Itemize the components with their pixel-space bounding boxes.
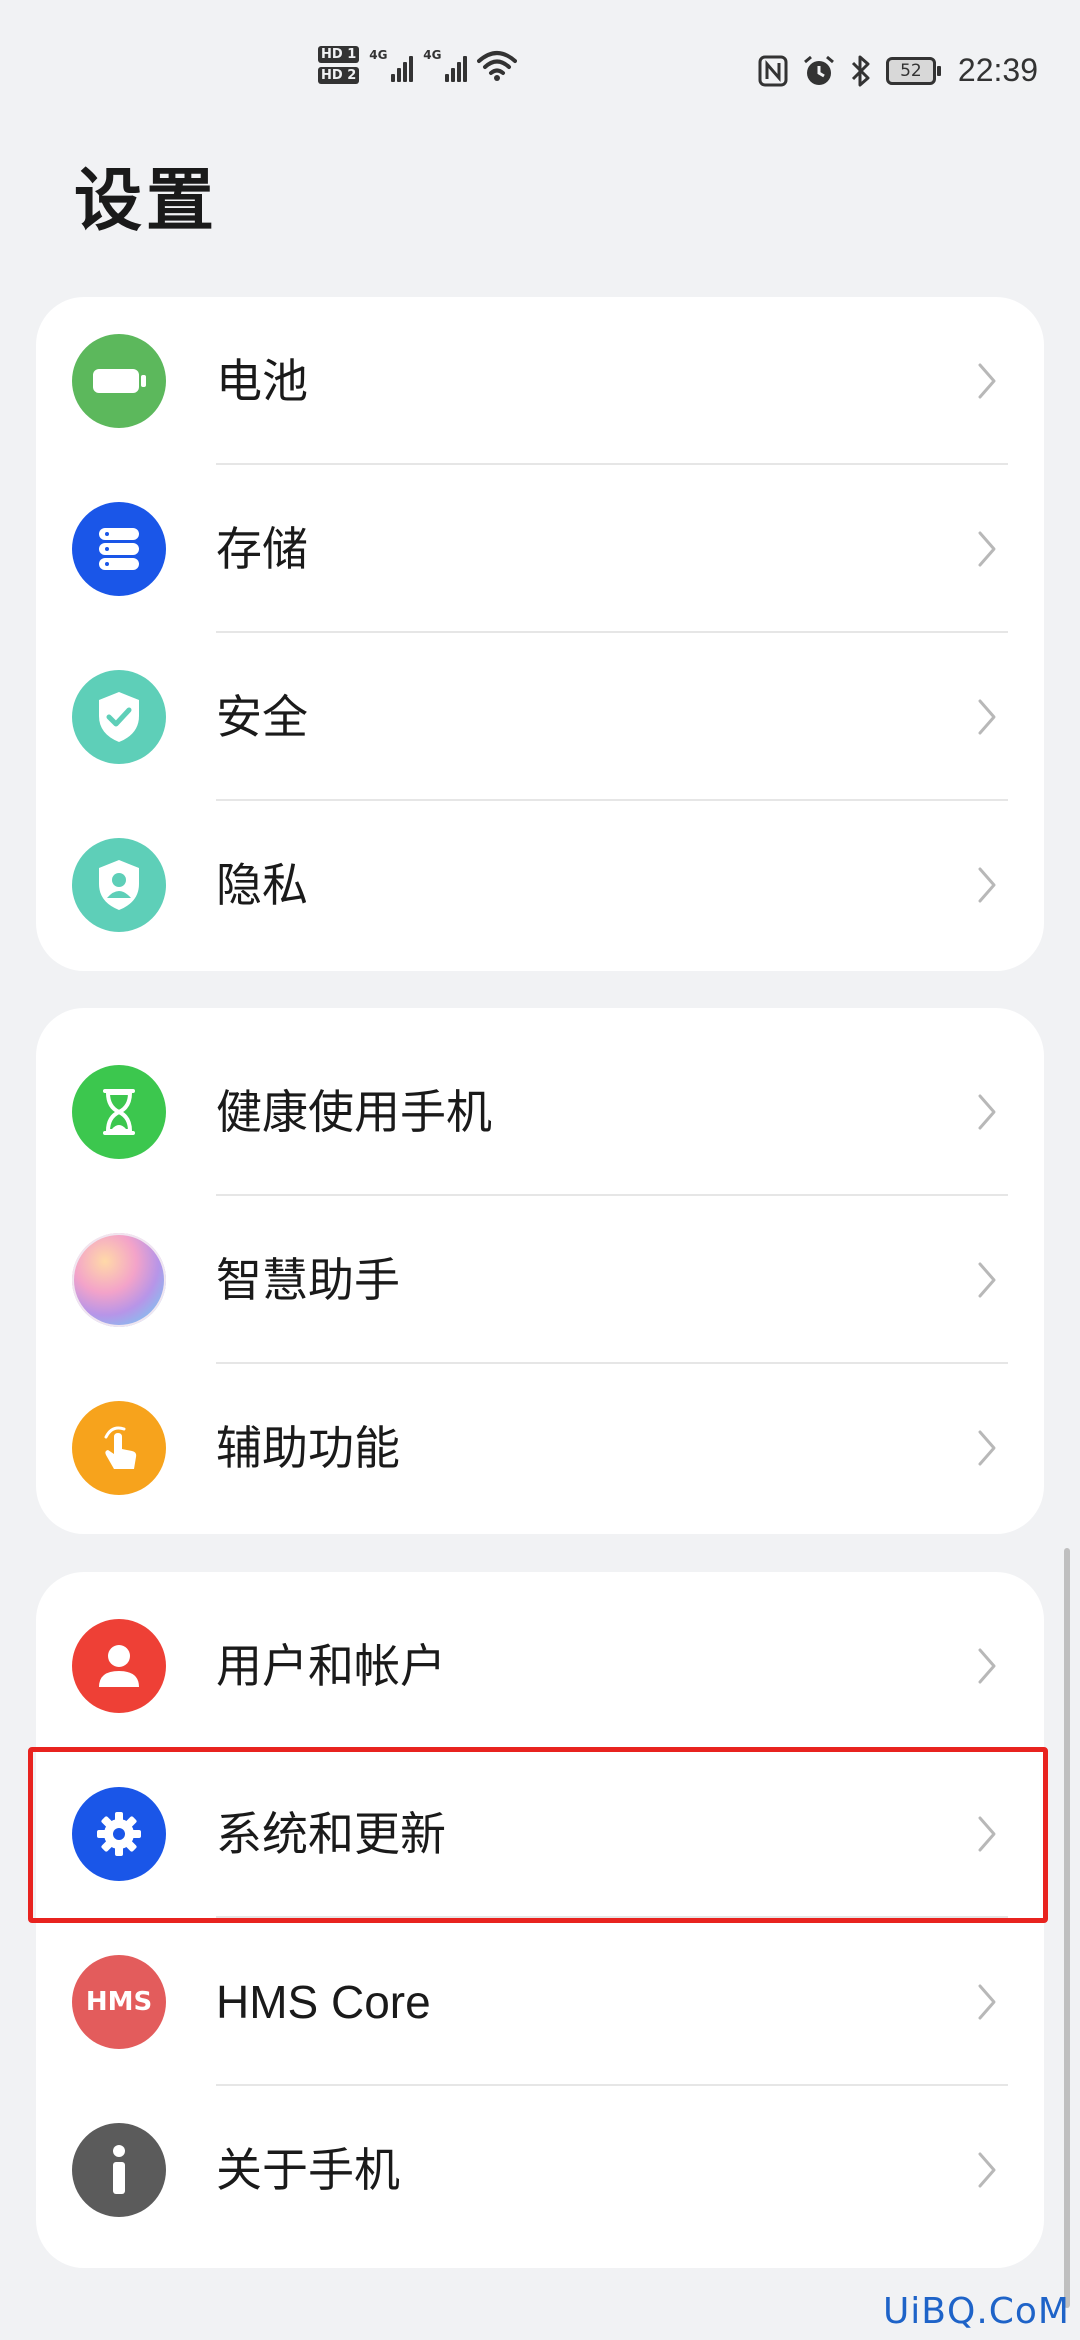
status-bar: HD 1 HD 2 4G 4G 52 22:39 [0,0,1080,150]
signal-icon: 4G [423,48,468,82]
settings-group-2: 健康使用手机 智慧助手 辅助功能 [36,1008,1044,1534]
signal-icon: 4G [369,48,414,82]
settings-group-1: 电池 存储 安全 隐私 [36,297,1044,971]
chevron-right-icon [978,867,996,903]
hms-icon: HMS [72,1955,166,2049]
alarm-icon [803,55,834,85]
sim1-indicator: HD 1 [318,46,360,63]
storage-icon [72,502,166,596]
scrollbar[interactable] [1064,1548,1070,2308]
settings-item-about-phone[interactable]: 关于手机 [36,2086,1044,2254]
chevron-right-icon [978,363,996,399]
sim-indicators: HD 1 HD 2 [318,46,360,84]
settings-item-privacy[interactable]: 隐私 [36,801,1044,969]
user-icon [72,1619,166,1713]
settings-item-accessibility[interactable]: 辅助功能 [36,1364,1044,1532]
bluetooth-icon [851,55,870,86]
settings-item-users-accounts[interactable]: 用户和帐户 [36,1582,1044,1750]
settings-item-label: 电池 [216,354,308,408]
chevron-right-icon [978,531,996,567]
status-right: 52 22:39 [758,52,1038,89]
chevron-right-icon [978,1430,996,1466]
settings-item-smart-assistant[interactable]: 智慧助手 [36,1196,1044,1364]
nfc-icon [758,55,788,86]
settings-item-hms-core[interactable]: HMS HMS Core [36,1918,1044,2086]
sim1-label: HD 1 [318,46,360,63]
network-type-2: 4G [423,48,442,62]
settings-item-storage[interactable]: 存储 [36,465,1044,633]
network-type-1: 4G [369,48,388,62]
shield-check-icon [72,670,166,764]
wifi-icon [477,51,518,81]
settings-item-battery[interactable]: 电池 [36,297,1044,465]
chevron-right-icon [978,1648,996,1684]
smart-assistant-icon [72,1233,166,1327]
hourglass-icon [72,1065,166,1159]
hand-tap-icon [72,1401,166,1495]
highlight-box [28,1747,1048,1923]
info-icon [72,2123,166,2217]
chevron-right-icon [978,2152,996,2188]
status-left: HD 1 HD 2 4G 4G [318,46,518,84]
settings-item-label: HMS Core [216,1976,431,2028]
privacy-shield-icon [72,838,166,932]
hms-icon-text: HMS [85,1987,153,2017]
settings-item-digital-balance[interactable]: 健康使用手机 [36,1028,1044,1196]
chevron-right-icon [978,1094,996,1130]
chevron-right-icon [978,699,996,735]
settings-item-label: 存储 [216,522,308,576]
sim2-indicator: HD 2 [318,67,360,84]
battery-indicator: 52 [885,56,941,85]
settings-item-label: 安全 [216,690,308,744]
settings-item-label: 关于手机 [216,2143,400,2197]
settings-item-label: 隐私 [216,858,308,912]
clock: 22:39 [957,52,1038,88]
watermark: UiBQ.CoM [882,2291,1070,2332]
settings-item-security[interactable]: 安全 [36,633,1044,801]
chevron-right-icon [978,1262,996,1298]
page-title: 设置 [74,162,219,241]
chevron-right-icon [978,1984,996,2020]
battery-icon [72,334,166,428]
settings-item-label: 用户和帐户 [216,1639,446,1693]
settings-item-label: 智慧助手 [216,1253,400,1307]
settings-item-label: 健康使用手机 [216,1085,492,1139]
battery-level: 52 [900,60,922,81]
settings-item-label: 辅助功能 [216,1421,400,1475]
sim2-label: HD 2 [318,67,360,84]
